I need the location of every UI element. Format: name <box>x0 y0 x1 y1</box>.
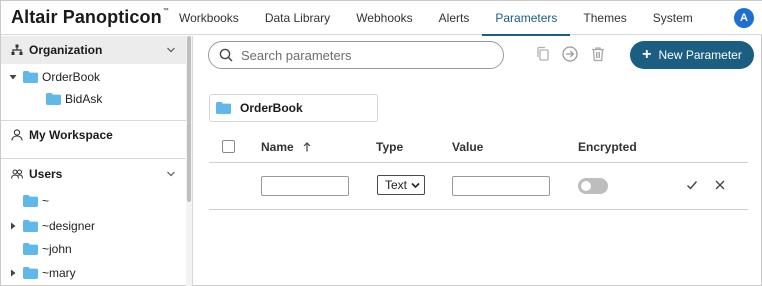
tree-item-bidask[interactable]: BidAsk <box>46 89 102 109</box>
tree-item-label: ~designer <box>42 219 96 233</box>
user-avatar[interactable]: A <box>734 8 754 28</box>
tree-item-label: OrderBook <box>42 70 101 84</box>
search-input[interactable] <box>241 46 491 64</box>
app-title: Altair Panopticon <box>11 7 162 27</box>
folder-icon <box>23 243 38 255</box>
main-nav: Workbooks Data Library Webhooks Alerts Param… <box>166 1 706 36</box>
main-panel: + New Parameter OrderBook Name Type Valu… <box>193 36 762 286</box>
table-header: Name Type Value Encrypted <box>209 134 748 163</box>
folder-icon <box>23 71 38 83</box>
column-header-type: Type <box>376 140 404 154</box>
caret-right-icon[interactable] <box>9 269 17 277</box>
tree-item-label: ~ <box>42 194 50 208</box>
delete-icon[interactable] <box>589 45 607 63</box>
search-icon <box>219 48 233 62</box>
type-select-value: Text <box>385 178 408 192</box>
column-header-value: Value <box>452 140 484 154</box>
sidebar: Organization OrderBook BidAsk My Workspa… <box>1 36 193 286</box>
name-field[interactable] <box>261 176 349 196</box>
folder-icon <box>23 220 38 232</box>
tree-item-user[interactable]: ~designer <box>9 216 95 236</box>
tab-data-library[interactable]: Data Library <box>252 1 343 35</box>
users-label: Users <box>29 167 63 181</box>
copy-icon[interactable] <box>534 45 552 63</box>
my-workspace-header[interactable]: My Workspace <box>1 121 186 149</box>
user-icon <box>11 129 23 141</box>
folder-icon <box>23 195 38 207</box>
app-window: Altair Panopticon™ Workbooks Data Library… <box>0 0 762 286</box>
tab-workbooks[interactable]: Workbooks <box>166 1 252 35</box>
folder-icon <box>46 93 61 105</box>
toggle-knob <box>581 181 591 191</box>
tree-item-label: ~john <box>42 242 72 256</box>
plus-icon: + <box>642 46 652 63</box>
encrypted-toggle[interactable] <box>578 178 608 194</box>
breadcrumb[interactable]: OrderBook <box>209 94 378 122</box>
organization-label: Organization <box>29 43 103 57</box>
app-logo: Altair Panopticon™ <box>11 7 169 28</box>
my-workspace-label: My Workspace <box>29 128 113 142</box>
hierarchy-icon <box>11 44 23 55</box>
sort-ascending-icon[interactable] <box>303 142 311 152</box>
tab-themes[interactable]: Themes <box>570 1 639 35</box>
chevron-down-icon[interactable] <box>166 169 176 179</box>
select-all-checkbox[interactable] <box>222 140 235 153</box>
column-header-name[interactable]: Name <box>261 140 311 154</box>
table-row: Text <box>209 164 748 210</box>
sidebar-divider <box>1 158 186 159</box>
chevron-down-icon <box>411 182 420 189</box>
close-icon[interactable] <box>714 179 726 191</box>
tree-item-label: ~mary <box>42 266 76 280</box>
check-icon[interactable] <box>686 179 698 191</box>
new-parameter-label: New Parameter <box>658 48 742 62</box>
tree-item-label: BidAsk <box>65 92 103 106</box>
top-bar: Altair Panopticon™ Workbooks Data Library… <box>1 1 762 36</box>
users-header[interactable]: Users <box>1 160 186 188</box>
tab-alerts[interactable]: Alerts <box>426 1 483 35</box>
column-header-encrypted: Encrypted <box>578 140 637 154</box>
tab-webhooks[interactable]: Webhooks <box>343 1 425 35</box>
new-parameter-button[interactable]: + New Parameter <box>630 41 754 69</box>
chevron-down-icon[interactable] <box>166 45 176 55</box>
organization-header[interactable]: Organization <box>1 36 186 64</box>
type-select[interactable]: Text <box>377 175 425 195</box>
tab-system[interactable]: System <box>640 1 706 35</box>
tree-item-user[interactable]: ~john <box>9 239 72 259</box>
search-box[interactable] <box>208 41 504 69</box>
tree-item-user[interactable]: ~mary <box>9 263 76 283</box>
breadcrumb-label: OrderBook <box>240 101 303 115</box>
tree-item-user[interactable]: ~ <box>9 191 49 211</box>
caret-down-icon[interactable] <box>9 73 17 81</box>
folder-icon <box>23 267 38 279</box>
tab-parameters[interactable]: Parameters <box>482 1 571 36</box>
folder-icon <box>216 102 231 114</box>
sidebar-scrollbar[interactable] <box>186 36 192 286</box>
value-field[interactable] <box>452 176 550 196</box>
column-header-label: Name <box>261 140 294 154</box>
users-icon <box>11 169 23 179</box>
caret-right-icon[interactable] <box>9 222 17 230</box>
tree-item-orderbook[interactable]: OrderBook <box>9 67 100 87</box>
move-icon[interactable] <box>561 45 579 63</box>
scrollbar-thumb[interactable] <box>187 36 191 202</box>
